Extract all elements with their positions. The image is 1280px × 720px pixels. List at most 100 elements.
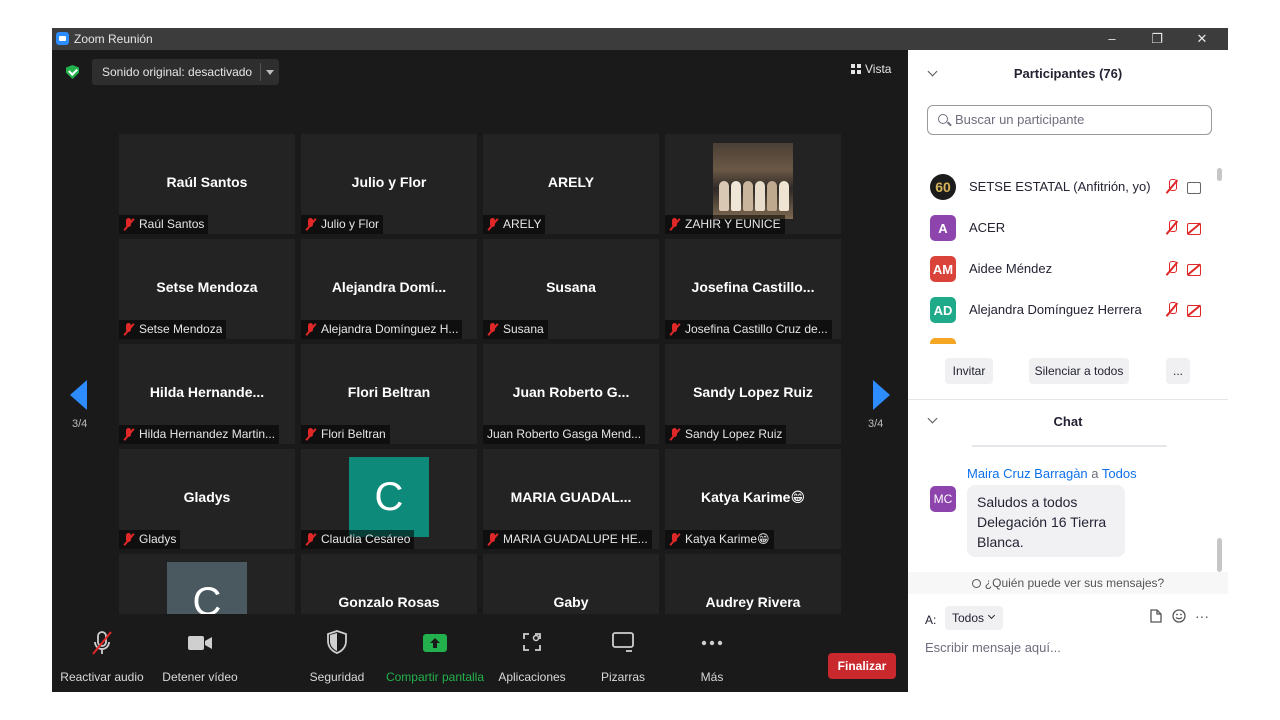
participants-scrollbar[interactable] — [1217, 168, 1222, 181]
participant-row-partial — [930, 338, 956, 344]
tile-display-name: ARELY — [547, 174, 595, 190]
mic-muted-icon — [487, 323, 499, 336]
chat-scrollbar[interactable] — [1217, 538, 1222, 572]
restore-button[interactable]: ❐ — [1134, 28, 1180, 50]
participant-name: ACER — [969, 220, 1006, 235]
video-tile[interactable]: Alejandra Domí... Alejandra Domínguez H..… — [301, 239, 477, 339]
security-button[interactable]: Seguridad — [302, 614, 372, 692]
mic-muted-icon[interactable] — [1165, 261, 1179, 277]
mic-muted-icon[interactable] — [1165, 179, 1179, 195]
video-off-icon[interactable] — [1187, 304, 1205, 317]
avatar: AM — [930, 256, 956, 282]
mic-muted-icon[interactable] — [1165, 220, 1179, 236]
more-button[interactable]: Más — [678, 614, 746, 692]
video-tile[interactable]: Hilda Hernande... Hilda Hernandez Martin.… — [119, 344, 295, 444]
participant-row[interactable]: AD Alejandra Domínguez Herrera — [908, 289, 1218, 329]
video-tile[interactable]: Josefina Castillo... Josefina Castillo Cr… — [665, 239, 841, 339]
tile-name-label: Susana — [483, 320, 548, 339]
participant-row[interactable]: 60 SETSE ESTATAL (Anfitrión, yo) — [908, 166, 1218, 206]
video-off-icon[interactable] — [1187, 222, 1205, 235]
tile-label-text: Julio y Flor — [321, 217, 380, 231]
tile-label-text: MARIA GUADALUPE HE... — [503, 532, 648, 546]
next-page-arrow-icon[interactable] — [873, 380, 890, 410]
whiteboards-button[interactable]: Pizarras — [588, 614, 658, 692]
avatar: C — [349, 457, 429, 537]
video-tile[interactable]: Katya Karime😁 Katya Karime😁 — [665, 449, 841, 549]
chat-message-bubble: Saludos a todos Delegación 16 Tierra Bla… — [967, 485, 1125, 557]
participant-row[interactable]: A ACER — [908, 207, 1218, 247]
chat-sender[interactable]: Maira Cruz Barragàn — [967, 466, 1088, 481]
video-camera-icon[interactable] — [1187, 181, 1205, 194]
encryption-shield-icon[interactable] — [66, 65, 79, 79]
participant-name: SETSE ESTATAL (Anfitrión, yo) — [969, 179, 1151, 194]
mic-muted-icon — [123, 323, 135, 336]
chat-more-icon[interactable]: ··· — [1195, 608, 1209, 624]
share-screen-button[interactable]: Compartir pantalla — [380, 614, 490, 692]
person-shape — [731, 181, 741, 211]
stop-video-label: Detener vídeo — [162, 670, 238, 684]
who-can-see-messages-link[interactable]: ¿Quién puede ver sus mensajes? — [908, 572, 1228, 594]
video-tile[interactable]: ZAHIR Y EUNICE — [665, 134, 841, 234]
close-button[interactable]: ✕ — [1179, 28, 1225, 50]
tile-label-text: Claudia Cesáreo — [321, 532, 411, 546]
tile-display-name: Juan Roberto G... — [512, 384, 630, 400]
original-sound-button[interactable]: Sonido original: desactivado — [92, 59, 279, 85]
tile-name-label: Raúl Santos — [119, 215, 209, 234]
mic-muted-icon — [305, 323, 317, 336]
view-button[interactable]: Vista — [851, 62, 891, 76]
unmute-audio-label: Reactivar audio — [60, 670, 144, 684]
mute-all-button[interactable]: Silenciar a todos — [1029, 358, 1129, 384]
participant-row[interactable]: AM Aidee Méndez — [908, 248, 1218, 288]
video-tile[interactable]: Flori Beltran Flori Beltran — [301, 344, 477, 444]
video-tile[interactable]: MARIA GUADAL... MARIA GUADALUPE HE... — [483, 449, 659, 549]
tile-display-name: Josefina Castillo... — [691, 279, 815, 295]
person-lock-icon — [971, 579, 981, 588]
minimize-button[interactable]: – — [1089, 28, 1135, 50]
page-indicator-left: 3/4 — [72, 418, 88, 430]
chat-message-input[interactable]: Escribir mensaje aquí... — [925, 640, 1061, 655]
chat-recipient-select[interactable]: Todos — [945, 606, 1003, 630]
video-tile[interactable]: Raúl Santos Raúl Santos — [119, 134, 295, 234]
video-tile[interactable]: Julio y Flor Julio y Flor — [301, 134, 477, 234]
video-off-icon[interactable] — [1187, 263, 1205, 276]
invite-button[interactable]: Invitar — [945, 358, 993, 384]
tile-display-name: Julio y Flor — [351, 174, 427, 190]
tile-name-label: ZAHIR Y EUNICE — [665, 215, 785, 234]
chevron-down-icon[interactable] — [266, 70, 274, 75]
participant-search-input[interactable]: Buscar un participante — [927, 105, 1212, 135]
video-tile[interactable]: ARELY ARELY — [483, 134, 659, 234]
emoji-icon[interactable] — [1172, 609, 1186, 623]
end-meeting-button[interactable]: Finalizar — [828, 653, 896, 679]
tile-name-label: Julio y Flor — [301, 215, 384, 234]
unmute-audio-button[interactable]: Reactivar audio — [54, 614, 150, 692]
video-tile[interactable]: Susana Susana — [483, 239, 659, 339]
mic-muted-icon — [487, 533, 499, 546]
apps-button[interactable]: Aplicaciones — [494, 614, 570, 692]
avatar: 60 — [930, 174, 956, 200]
avatar: AD — [930, 297, 956, 323]
video-tile[interactable]: Juan Roberto G... Juan Roberto Gasga Mend… — [483, 344, 659, 444]
tile-display-name: Sandy Lopez Ruiz — [693, 384, 813, 400]
participants-more-button[interactable]: ... — [1166, 358, 1190, 384]
mic-muted-icon — [487, 218, 499, 231]
previous-message-edge — [972, 445, 1167, 447]
view-label: Vista — [865, 62, 892, 76]
tile-display-name: Susana — [546, 279, 596, 295]
chat-recipient[interactable]: Todos — [1102, 466, 1137, 481]
tile-label-text: Alejandra Domínguez H... — [321, 322, 459, 336]
title-bar: Zoom Reunión – ❐ ✕ — [52, 28, 1228, 50]
video-tile[interactable]: Gladys Gladys — [119, 449, 295, 549]
stop-video-button[interactable]: Detener vídeo — [156, 614, 244, 692]
video-tile[interactable]: Setse Mendoza Setse Mendoza — [119, 239, 295, 339]
file-icon[interactable] — [1150, 609, 1162, 623]
video-camera-icon — [188, 636, 212, 650]
mic-muted-icon[interactable] — [1165, 302, 1179, 318]
mic-muted-icon — [123, 533, 135, 546]
avatar: A — [930, 215, 956, 241]
zoom-logo-icon — [56, 32, 69, 45]
previous-page-arrow-icon[interactable] — [70, 380, 87, 410]
video-tile[interactable]: Sandy Lopez Ruiz Sandy Lopez Ruiz — [665, 344, 841, 444]
video-tile[interactable]: C Claudia Cesáreo — [301, 449, 477, 549]
tile-display-name: Setse Mendoza — [156, 279, 258, 295]
mic-muted-icon — [123, 218, 135, 231]
